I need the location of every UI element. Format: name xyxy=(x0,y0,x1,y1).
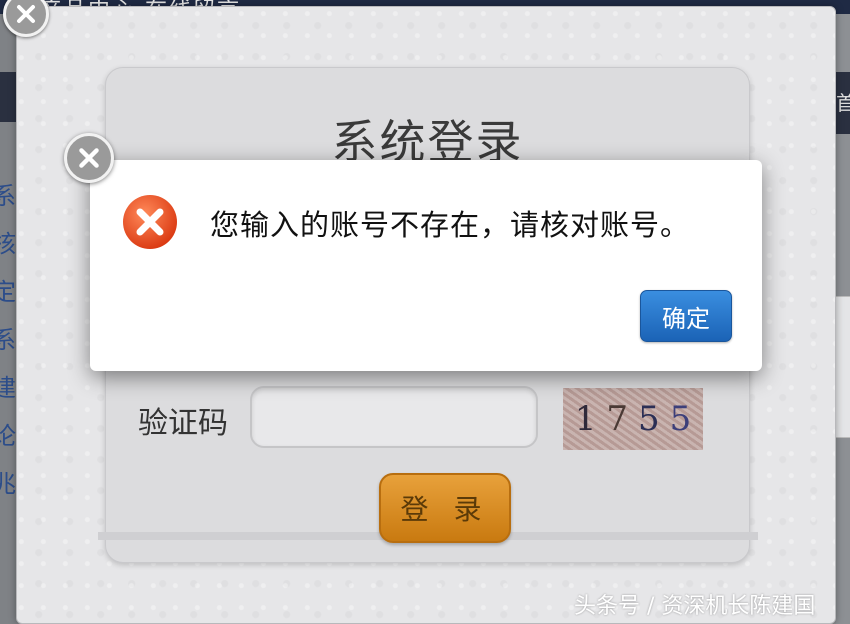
background-menu-item: 论 xyxy=(0,422,16,450)
background-menu-item: 定 xyxy=(0,278,16,306)
alert-message: 您输入的账号不存在，请核对账号。 xyxy=(210,208,691,242)
background-right-nav: 首 xyxy=(836,72,850,134)
captcha-digit: 5 xyxy=(638,399,660,439)
ok-button[interactable]: 确定 xyxy=(640,290,732,342)
background-left-menu: 系 核 定 系 建 论 兆 xyxy=(0,172,16,508)
background-right-nav-char: 首 xyxy=(836,91,850,115)
captcha-digit: 7 xyxy=(606,399,628,439)
watermark: 头条号 / 资深机长陈建国 xyxy=(574,594,816,619)
captcha-digit: 1 xyxy=(574,399,597,439)
alert-close-button[interactable] xyxy=(64,133,114,183)
captcha-image[interactable]: 1 7 5 5 xyxy=(563,388,703,450)
close-icon xyxy=(79,148,99,168)
background-menu-item: 兆 xyxy=(0,470,16,498)
close-icon xyxy=(17,5,35,23)
login-button[interactable]: 登 录 xyxy=(379,473,511,543)
error-icon xyxy=(123,195,177,249)
background-menu-item: 建 xyxy=(0,374,16,402)
background-menu-item: 核 xyxy=(0,230,16,258)
background-right-panel xyxy=(836,296,850,438)
captcha-input[interactable] xyxy=(250,386,538,448)
background-menu-item: 系 xyxy=(0,326,16,354)
captcha-digit: 5 xyxy=(669,399,692,439)
error-alert-dialog: 您输入的账号不存在，请核对账号。 确定 xyxy=(64,133,762,371)
captcha-label: 验证码 xyxy=(138,406,228,441)
background-menu-item: 系 xyxy=(0,182,16,210)
